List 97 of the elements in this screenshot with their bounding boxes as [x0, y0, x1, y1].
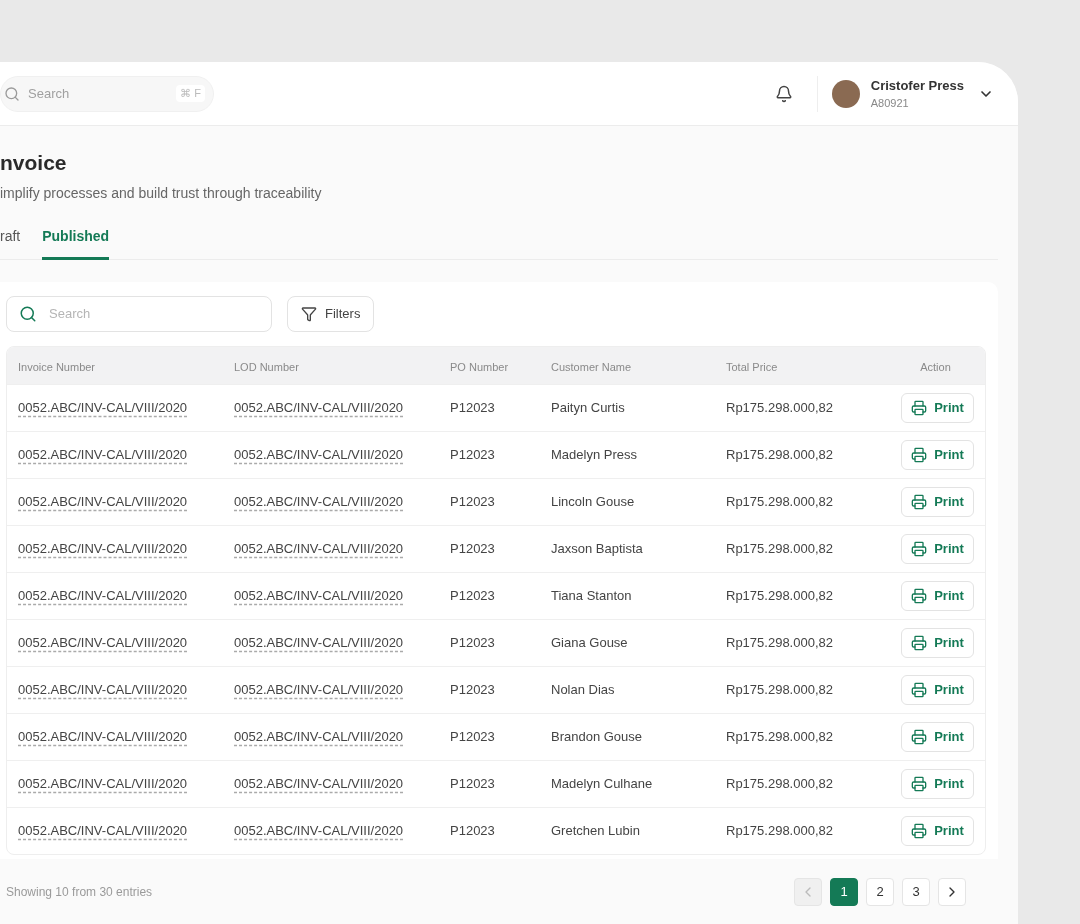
table-cell: P12023 — [450, 682, 495, 698]
printer-icon — [911, 729, 928, 745]
table-cell: P12023 — [450, 400, 495, 416]
printer-icon — [911, 588, 928, 604]
lod-link[interactable]: 0052.ABC/INV-CAL/VIII/2020 — [234, 635, 404, 651]
entries-summary: Showing 10 from 30 entries — [6, 884, 153, 901]
print-button[interactable]: Print — [901, 628, 974, 658]
lod-link[interactable]: 0052.ABC/INV-CAL/VIII/2020 — [234, 588, 404, 604]
next-page-button[interactable] — [938, 878, 966, 906]
printer-icon — [911, 682, 928, 698]
search-icon — [4, 85, 20, 102]
table-cell: Rp175.298.000,82 — [726, 823, 833, 839]
print-button[interactable]: Print — [901, 816, 974, 846]
invoice-link[interactable]: 0052.ABC/INV-CAL/VIII/2020 — [18, 682, 188, 698]
table-cell: Rp175.298.000,82 — [726, 494, 833, 510]
invoice-link[interactable]: 0052.ABC/INV-CAL/VIII/2020 — [18, 635, 188, 651]
table-cell: Rp175.298.000,82 — [726, 541, 833, 557]
printer-icon — [911, 823, 928, 839]
print-button[interactable]: Print — [901, 393, 974, 423]
print-button[interactable]: Print — [901, 534, 974, 564]
table-cell: P12023 — [450, 635, 495, 651]
lod-link[interactable]: 0052.ABC/INV-CAL/VIII/2020 — [234, 729, 404, 745]
shortcut-hint: ⌘ F — [176, 85, 205, 102]
search-input[interactable]: Search — [28, 83, 148, 104]
printer-icon — [911, 494, 928, 510]
table-cell: Gretchen Lubin — [551, 823, 640, 839]
table-cell: Nolan Dias — [551, 682, 615, 698]
column-header: PO Number — [450, 360, 509, 373]
printer-icon — [911, 776, 928, 792]
invoice-link[interactable]: 0052.ABC/INV-CAL/VIII/2020 — [18, 447, 188, 463]
notification-bell-icon[interactable] — [774, 84, 793, 103]
table-cell: Rp175.298.000,82 — [726, 447, 833, 463]
print-button[interactable]: Print — [901, 769, 974, 799]
table-cell: Rp175.298.000,82 — [726, 729, 833, 745]
column-header: Customer Name — [551, 360, 632, 373]
page-subtitle: implify processes and build trust through traceability — [0, 184, 323, 203]
column-header: Action — [920, 360, 951, 373]
search-input[interactable]: Search — [49, 304, 259, 324]
table-cell: Paityn Curtis — [551, 400, 625, 416]
lod-link[interactable]: 0052.ABC/INV-CAL/VIII/2020 — [234, 494, 404, 510]
printer-icon — [911, 635, 928, 651]
user-name: Cristofer Press — [870, 76, 964, 95]
table-cell: Rp175.298.000,82 — [726, 400, 833, 416]
column-header: Invoice Number — [18, 360, 96, 373]
invoice-link[interactable]: 0052.ABC/INV-CAL/VIII/2020 — [18, 776, 188, 792]
table-cell: Rp175.298.000,82 — [726, 682, 833, 698]
user-id: A80921 — [870, 96, 910, 111]
print-button[interactable]: Print — [901, 675, 974, 705]
table-cell: Jaxson Baptista — [551, 541, 643, 557]
table-cell: Rp175.298.000,82 — [726, 588, 833, 604]
lod-link[interactable]: 0052.ABC/INV-CAL/VIII/2020 — [234, 682, 404, 698]
printer-icon — [911, 400, 928, 416]
filters-button[interactable]: Filters — [287, 296, 375, 332]
invoice-link[interactable]: 0052.ABC/INV-CAL/VIII/2020 — [18, 400, 188, 416]
print-button[interactable]: Print — [901, 722, 974, 752]
page-button[interactable]: 1 — [830, 878, 858, 906]
table-cell: P12023 — [450, 447, 495, 463]
table-cell: Tiana Stanton — [551, 588, 632, 604]
table-cell: Rp175.298.000,82 — [726, 635, 833, 651]
page-button[interactable]: 2 — [866, 878, 894, 906]
filter-icon — [301, 306, 317, 322]
printer-icon — [911, 541, 928, 557]
page-title: nvoice — [0, 150, 68, 176]
print-button[interactable]: Print — [901, 440, 974, 470]
invoice-link[interactable]: 0052.ABC/INV-CAL/VIII/2020 — [18, 588, 188, 604]
table-cell: Madelyn Culhane — [551, 776, 653, 792]
invoice-link[interactable]: 0052.ABC/INV-CAL/VIII/2020 — [18, 729, 188, 745]
invoice-link[interactable]: 0052.ABC/INV-CAL/VIII/2020 — [18, 541, 188, 557]
invoice-link[interactable]: 0052.ABC/INV-CAL/VIII/2020 — [18, 823, 188, 839]
lod-link[interactable]: 0052.ABC/INV-CAL/VIII/2020 — [234, 541, 404, 557]
lod-link[interactable]: 0052.ABC/INV-CAL/VIII/2020 — [234, 776, 404, 792]
lod-link[interactable]: 0052.ABC/INV-CAL/VIII/2020 — [234, 447, 404, 463]
tab[interactable]: raft — [0, 226, 21, 260]
table-cell: Madelyn Press — [551, 447, 637, 463]
tab[interactable]: Published — [42, 226, 110, 260]
table-cell: P12023 — [450, 588, 495, 604]
table-cell: Giana Gouse — [551, 635, 628, 651]
table-cell: P12023 — [450, 729, 495, 745]
search-field[interactable]: Search — [6, 296, 272, 332]
table-cell: P12023 — [450, 541, 495, 557]
table-cell: Rp175.298.000,82 — [726, 776, 833, 792]
column-header: Total Price — [726, 360, 778, 373]
invoice-link[interactable]: 0052.ABC/INV-CAL/VIII/2020 — [18, 494, 188, 510]
lod-link[interactable]: 0052.ABC/INV-CAL/VIII/2020 — [234, 823, 404, 839]
search-icon — [19, 305, 37, 323]
avatar — [831, 79, 860, 108]
table-cell: Brandon Gouse — [551, 729, 643, 745]
print-button[interactable]: Print — [901, 581, 974, 611]
table-cell: P12023 — [450, 823, 495, 839]
lod-link[interactable]: 0052.ABC/INV-CAL/VIII/2020 — [234, 400, 404, 416]
table-cell: P12023 — [450, 776, 495, 792]
table-cell: Lincoln Gouse — [551, 494, 635, 510]
column-header: LOD Number — [234, 360, 299, 373]
print-button[interactable]: Print — [901, 487, 974, 517]
page-button[interactable]: 3 — [902, 878, 930, 906]
printer-icon — [911, 447, 928, 463]
table-cell: P12023 — [450, 494, 495, 510]
